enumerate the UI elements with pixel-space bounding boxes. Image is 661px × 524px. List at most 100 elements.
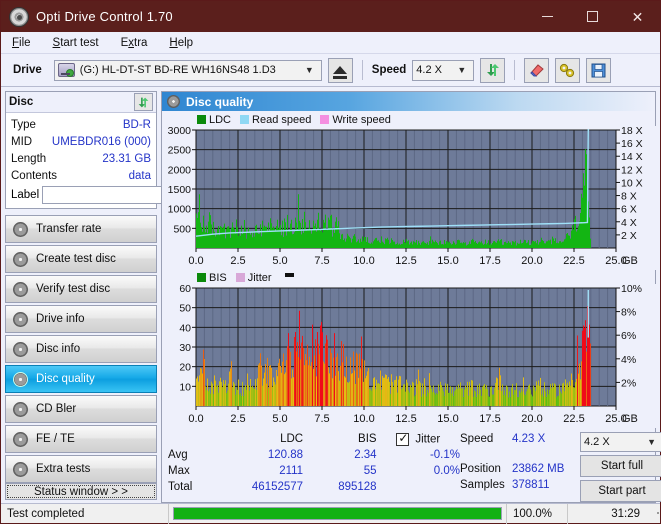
disc-panel: Disc Type BD-R MID UMEBDR016 (000) Lengt… — [5, 91, 244, 209]
menu-help[interactable]: Help — [166, 35, 196, 51]
svg-text:20.0: 20.0 — [521, 255, 542, 267]
refresh-button[interactable] — [480, 57, 506, 83]
tools-button[interactable] — [555, 57, 581, 83]
sidebar-item-disc-info[interactable]: Disc info — [5, 335, 157, 363]
svg-text:2%: 2% — [621, 377, 636, 389]
erase-button[interactable] — [524, 57, 550, 83]
speed-select-value: 4.2 X — [416, 64, 442, 76]
svg-text:2 X: 2 X — [621, 230, 637, 242]
svg-text:4 X: 4 X — [621, 217, 637, 229]
disc-row-type: Type BD-R — [11, 116, 151, 133]
ldc-chart: 3000 2500 2000 1500 1000 500 18 X 16 X 14 X 12 X1… — [165, 126, 660, 270]
toolbar-divider-1 — [361, 60, 363, 80]
sidebar-item-cd-bler[interactable]: CD Bler — [5, 395, 157, 423]
eraser-icon — [530, 64, 545, 77]
svg-text:22.5: 22.5 — [563, 413, 584, 425]
svg-text:500: 500 — [173, 223, 191, 235]
sidebar-item-transfer-rate[interactable]: Transfer rate — [5, 215, 157, 243]
progress-bar — [169, 504, 506, 524]
legend-item-bis: BIS — [197, 272, 227, 284]
ldc-chart-legend: LDC Read speed Write speed — [165, 113, 652, 126]
sidebar-item-label: Disc quality — [36, 373, 95, 385]
svg-text:6%: 6% — [621, 330, 636, 342]
start-full-button[interactable]: Start full — [580, 455, 661, 477]
menu-file-label: ile — [19, 36, 31, 49]
svg-text:1500: 1500 — [168, 184, 192, 196]
jitter-checkbox[interactable] — [396, 431, 410, 446]
stats-row-total: Total 46152577 895128 — [168, 479, 460, 495]
refresh-icon — [486, 64, 499, 76]
status-message: Test completed — [1, 503, 169, 524]
sidebar-item-label: FE / TE — [36, 433, 75, 445]
disc-refresh-button[interactable] — [134, 93, 153, 111]
stats-header-bis: BIS — [358, 433, 377, 445]
close-button[interactable]: ✕ — [615, 1, 660, 32]
legend-swatch-read-speed — [240, 115, 250, 124]
svg-text:50: 50 — [179, 303, 191, 315]
stats-row-avg-bis: 2.34 — [354, 449, 377, 461]
app-icon — [9, 6, 29, 27]
stats-header-jitter[interactable]: Jitter — [377, 431, 460, 446]
sidebar-item-drive-info[interactable]: Drive info — [5, 305, 157, 333]
drive-icon — [57, 63, 75, 77]
maximize-button[interactable] — [570, 1, 615, 32]
sidebar-item-label: Drive info — [36, 313, 85, 325]
readout-samples-label: Samples — [460, 479, 505, 491]
speed-select[interactable]: 4.2 X ▼ — [412, 59, 475, 81]
eject-button[interactable] — [327, 57, 353, 83]
svg-text:10.0: 10.0 — [353, 413, 374, 425]
svg-text:22.5: 22.5 — [563, 255, 584, 267]
legend-label-bis: BIS — [209, 271, 227, 284]
sidebar-item-fe-te[interactable]: FE / TE — [5, 425, 157, 453]
disc-row-type-key: Type — [11, 118, 36, 131]
status-window-button[interactable]: Status window > > — [5, 483, 157, 500]
disc-row-mid-value: UMEBDR016 (000) — [51, 135, 151, 148]
svg-text:10 X: 10 X — [621, 177, 643, 189]
stats-row-avg: Avg 120.88 2.34 -0.1% — [168, 447, 460, 463]
disc-row-mid-key: MID — [11, 135, 33, 148]
menu-extra[interactable]: Extra — [118, 35, 151, 51]
readout-samples-value: 378811 — [512, 479, 550, 491]
resize-grip[interactable] — [646, 511, 660, 517]
refresh-icon — [138, 97, 149, 107]
sidebar-item-verify-test-disc[interactable]: Verify test disc — [5, 275, 157, 303]
sidebar-item-disc-quality[interactable]: Disc quality — [5, 365, 157, 393]
svg-text:6 X: 6 X — [621, 204, 637, 216]
legend-label-ldc: LDC — [209, 113, 232, 126]
sidebar-item-create-test-disc[interactable]: Create test disc — [5, 245, 157, 273]
toolbar: Drive (G:) HL-DT-ST BD-RE WH16NS48 1.D3 … — [1, 54, 660, 87]
test-speed-select[interactable]: 4.2 X ▼ — [580, 432, 661, 452]
disc-icon — [13, 431, 28, 447]
svg-text:5.0: 5.0 — [272, 413, 287, 425]
floppy-save-icon — [591, 63, 606, 77]
nav-list: Transfer rate Create test disc Verify te… — [5, 215, 157, 483]
svg-text:12.5: 12.5 — [395, 413, 416, 425]
drive-select[interactable]: (G:) HL-DT-ST BD-RE WH16NS48 1.D3 ▼ — [53, 59, 322, 81]
disc-row-length: Length 23.31 GB — [11, 150, 151, 167]
menu-bar: File Start test Extra Help — [1, 32, 660, 54]
stats-header-row: LDC BIS Jitter — [168, 431, 460, 447]
progress-track — [173, 507, 502, 520]
readout-position: Position 23862 MB — [460, 461, 574, 477]
svg-text:2.5: 2.5 — [230, 413, 245, 425]
svg-text:0.0: 0.0 — [188, 255, 203, 267]
legend-label-jitter: Jitter — [247, 271, 272, 284]
start-part-button[interactable]: Start part — [580, 480, 661, 502]
readout-speed-label: Speed — [460, 433, 494, 445]
sidebar: Disc Type BD-R MID UMEBDR016 (000) Lengt… — [5, 91, 244, 503]
save-button[interactable] — [586, 57, 612, 83]
menu-start-test[interactable]: Start test — [50, 35, 102, 51]
svg-text:40: 40 — [179, 322, 191, 334]
svg-text:15.0: 15.0 — [437, 413, 458, 425]
status-bar: Test completed 100.0% 31:29 — [1, 503, 660, 524]
test-controls: Speed 4.23 X Position 23862 MB Samples 3… — [460, 431, 661, 502]
stats-row-max-jitter: 0.0% — [433, 465, 460, 477]
minimize-button[interactable] — [525, 1, 570, 32]
chevron-down-icon: ▼ — [647, 437, 656, 447]
chevron-down-icon: ▼ — [304, 65, 314, 75]
menu-file[interactable]: File — [9, 35, 34, 51]
sidebar-item-extra-tests[interactable]: Extra tests — [5, 455, 157, 483]
drive-select-value: (G:) HL-DT-ST BD-RE WH16NS48 1.D3 — [79, 64, 276, 76]
sidebar-item-label: CD Bler — [36, 403, 77, 415]
svg-text:7.5: 7.5 — [314, 255, 329, 267]
